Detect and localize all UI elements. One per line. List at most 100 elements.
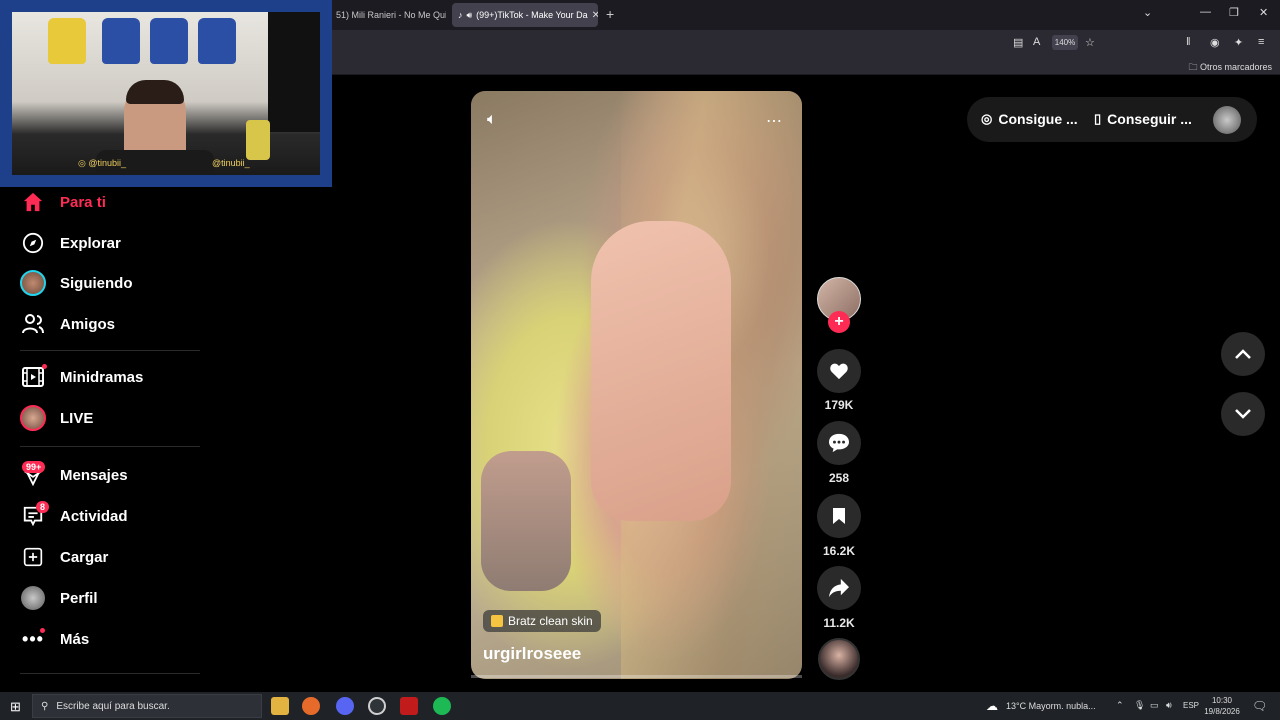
language-indicator[interactable]: ESP (1183, 701, 1199, 710)
jersey-image (150, 18, 188, 64)
tiktok-handle: @tinubii_ (212, 158, 250, 168)
share-count: 11.2K (823, 616, 855, 630)
sidebar-item-live[interactable]: LIVE (20, 403, 93, 433)
jersey-image (102, 18, 140, 64)
close-window-button[interactable]: ✕ (1259, 6, 1268, 19)
chevron-down-icon (1235, 409, 1251, 419)
tray-expand-icon[interactable]: ⌃ (1116, 700, 1124, 711)
sidebar-item-mensajes[interactable]: 99+ Mensajes (20, 460, 128, 490)
bookmark-icon (833, 508, 845, 524)
firefox-icon[interactable] (302, 697, 320, 715)
comment-button[interactable] (817, 421, 861, 465)
browser-tab-youtube[interactable]: 51) Mili Ranieri - No Me Qui ✕ (330, 3, 446, 27)
tab-label: (99+)TikTok - Make Your Da (476, 10, 588, 20)
sidebar-item-para-ti[interactable]: Para ti (20, 187, 106, 217)
next-video-button[interactable] (1221, 392, 1265, 436)
volume-icon[interactable]: 🔈︎ (487, 111, 497, 129)
list-all-tabs-icon[interactable]: ⌄ (1143, 6, 1152, 19)
taskbar-search-box[interactable]: ⚲ Escribe aquí para buscar. (32, 694, 262, 718)
video-player[interactable] (471, 91, 802, 679)
windows-start-icon[interactable]: ⊞ (10, 699, 21, 715)
sidebar-divider (20, 350, 200, 351)
arm-shape (481, 451, 571, 591)
get-coins-button[interactable]: ◎ Consigue ... (981, 111, 1078, 127)
save-button[interactable] (817, 494, 861, 538)
video-author[interactable]: urgirlroseee (483, 644, 581, 664)
app-icon[interactable] (400, 697, 418, 715)
tiktok-favicon-icon: ♪ (458, 10, 463, 20)
taskbar-clock[interactable]: 10:30 19/8/2026 (1202, 695, 1242, 717)
extensions-icon[interactable]: ✦ (1234, 36, 1243, 49)
previous-video-button[interactable] (1221, 332, 1265, 376)
file-explorer-icon[interactable] (271, 697, 289, 715)
messages-badge: 99+ (22, 461, 46, 473)
sidebar-item-mas[interactable]: ••• Más (20, 624, 89, 654)
film-icon (20, 364, 47, 390)
video-progress-bar[interactable] (471, 675, 802, 678)
search-icon: ⚲ (41, 700, 49, 712)
zoom-level-button[interactable]: 140% (1052, 35, 1078, 50)
get-app-button[interactable]: ▯ Conseguir ... (1094, 111, 1192, 127)
sidebar-divider (20, 446, 200, 447)
instagram-handle: ◎ @tinubii_ (78, 158, 127, 168)
share-arrow-icon (829, 578, 849, 598)
account-icon[interactable]: ◉ (1210, 36, 1220, 49)
video-tag[interactable]: Bratz clean skin (483, 610, 601, 632)
menu-icon[interactable]: ≡ (1258, 36, 1264, 48)
upload-icon (20, 544, 46, 570)
sidebar-item-cargar[interactable]: Cargar (20, 542, 108, 572)
chevron-up-icon (1235, 349, 1251, 359)
spotify-icon[interactable] (433, 697, 451, 715)
bookmark-star-icon[interactable]: ☆ (1085, 36, 1095, 49)
network-icon[interactable]: ▭ (1150, 700, 1159, 711)
app-icon[interactable] (336, 697, 354, 715)
home-icon (20, 189, 46, 215)
close-tab-icon[interactable]: ✕ (588, 10, 598, 21)
library-icon[interactable]: ‖ (1186, 36, 1191, 48)
browser-tab-tiktok[interactable]: ♪ 🔊︎ (99+)TikTok - Make Your Da ✕ (452, 3, 598, 27)
hand-shape (591, 221, 731, 521)
sidebar-item-siguiendo[interactable]: Siguiendo (20, 268, 133, 298)
notification-dot (40, 628, 45, 633)
sidebar-item-amigos[interactable]: Amigos (20, 309, 115, 339)
minimize-button[interactable]: — (1200, 6, 1211, 18)
reader-view-icon[interactable]: ▤ (1013, 36, 1023, 49)
sidebar-divider (20, 673, 200, 674)
other-bookmarks-folder[interactable]: 🗀︎ Otros marcadores (1188, 60, 1272, 76)
comment-icon (829, 433, 849, 453)
weather-icon: ☁ (986, 699, 998, 713)
translate-icon[interactable]: A (1033, 36, 1040, 48)
notifications-icon[interactable]: 🗨︎ (1252, 699, 1267, 713)
messages-icon: 99+ (20, 461, 46, 488)
more-options-icon[interactable]: ⋯ (766, 111, 783, 131)
coin-icon: ◎ (981, 111, 993, 126)
microphone-icon[interactable]: 🎙︎ (1134, 700, 1145, 711)
sidebar-item-perfil[interactable]: Perfil (20, 583, 98, 613)
speaker-icon[interactable]: 🔊︎ (467, 10, 473, 21)
phone-icon: ▯ (1094, 111, 1102, 126)
notification-dot (42, 364, 47, 369)
sidebar-item-explorar[interactable]: Explorar (20, 228, 121, 258)
jersey-image (198, 18, 236, 64)
live-avatar-icon (20, 405, 46, 431)
like-button[interactable] (817, 349, 861, 393)
obs-icon[interactable] (368, 697, 386, 715)
activity-badge: 8 (36, 501, 50, 513)
more-dots-icon: ••• (22, 628, 45, 649)
sidebar-item-actividad[interactable]: 8 Actividad (20, 501, 128, 531)
profile-avatar-icon (20, 585, 46, 611)
sidebar-item-minidramas[interactable]: Minidramas (20, 362, 143, 392)
compass-icon (20, 230, 46, 256)
restore-button[interactable]: ❐ (1229, 6, 1239, 19)
door-shape (268, 12, 320, 132)
music-disc[interactable] (818, 638, 860, 680)
volume-tray-icon[interactable]: 🔊︎ (1166, 700, 1172, 711)
new-tab-button[interactable]: + (606, 6, 614, 22)
weather-text[interactable]: 13°C Mayorm. nubla... (1006, 701, 1096, 711)
profile-avatar[interactable] (1213, 106, 1241, 134)
lamp-shape (246, 120, 270, 160)
tag-icon (491, 615, 503, 627)
like-count: 179K (824, 398, 854, 412)
follow-plus-button[interactable]: + (828, 311, 850, 333)
share-button[interactable] (817, 566, 861, 610)
